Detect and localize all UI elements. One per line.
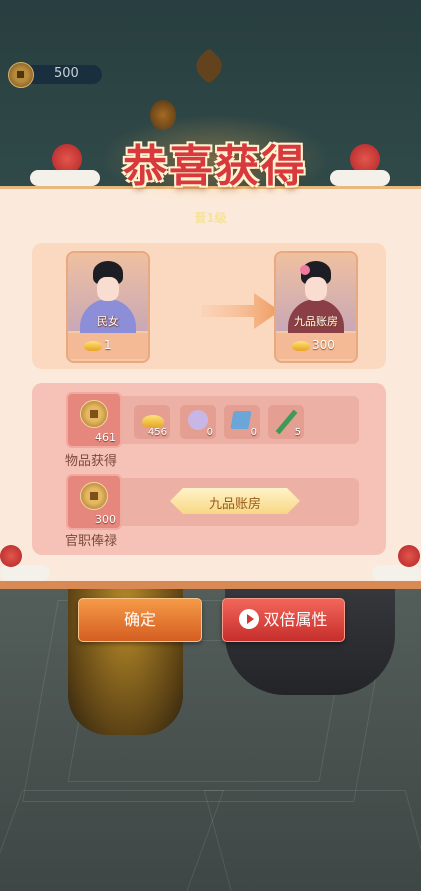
arrow-right-icon bbox=[202, 293, 280, 329]
salary-slot: 300 bbox=[66, 474, 122, 530]
gold-ingot-icon bbox=[84, 341, 102, 351]
play-icon bbox=[239, 609, 260, 629]
item-count: 0 bbox=[250, 427, 257, 438]
title-banner: 恭喜获得 bbox=[30, 114, 390, 204]
confirm-button[interactable]: 确定 bbox=[78, 598, 202, 642]
copper-slot: 461 bbox=[66, 392, 122, 448]
reward-panel: 晋1级 民女 1 九品账房 300 bbox=[0, 186, 421, 589]
item-count: 456 bbox=[147, 427, 167, 438]
item-count: 5 bbox=[294, 427, 301, 438]
double-label: 双倍属性 bbox=[263, 610, 328, 629]
currency-amount: 500 bbox=[54, 66, 79, 81]
brush-icon[interactable]: 5 bbox=[268, 405, 304, 439]
salary-rank-badge: 九品账房 bbox=[170, 488, 300, 514]
confirm-label: 确定 bbox=[123, 610, 156, 629]
rank-from-cost-value: 1 bbox=[104, 338, 112, 352]
salary-count: 300 bbox=[95, 513, 116, 526]
copper-coin-icon bbox=[8, 62, 34, 88]
gold-ingot-icon bbox=[292, 341, 310, 351]
salary-rank-text: 九品账房 bbox=[208, 497, 261, 512]
flower-decoration bbox=[0, 545, 22, 567]
currency-display: 500 bbox=[8, 62, 102, 88]
rank-to-cost-value: 300 bbox=[312, 338, 335, 352]
flower-decoration bbox=[398, 545, 420, 567]
copper-count: 461 bbox=[95, 431, 116, 444]
cloud-decoration bbox=[372, 565, 421, 581]
title-text: 恭喜获得 bbox=[123, 141, 307, 192]
book-icon[interactable]: 0 bbox=[224, 405, 260, 439]
rank-card-to: 九品账房 300 bbox=[274, 251, 358, 363]
promotion-box: 民女 1 九品账房 300 bbox=[32, 243, 386, 369]
rank-from-cost: 1 bbox=[68, 333, 148, 359]
salary-label: 官职俸禄 bbox=[65, 534, 118, 549]
rank-to-cost: 300 bbox=[276, 333, 356, 359]
cloud-decoration bbox=[0, 565, 50, 581]
rank-card-from: 民女 1 bbox=[66, 251, 150, 363]
item-count: 0 bbox=[206, 427, 213, 438]
copper-coin-icon bbox=[80, 400, 108, 428]
gold-ingot-icon[interactable]: 456 bbox=[134, 405, 170, 439]
rank-to-label: 九品账房 bbox=[294, 315, 338, 328]
copper-coin-icon bbox=[80, 482, 108, 510]
fan-icon[interactable]: 0 bbox=[180, 405, 216, 439]
items-label: 物品获得 bbox=[65, 454, 118, 469]
double-attributes-button[interactable]: 双倍属性 bbox=[222, 598, 345, 642]
rank-from-label: 民女 bbox=[97, 315, 119, 328]
level-up-subtitle: 晋1级 bbox=[194, 211, 227, 225]
